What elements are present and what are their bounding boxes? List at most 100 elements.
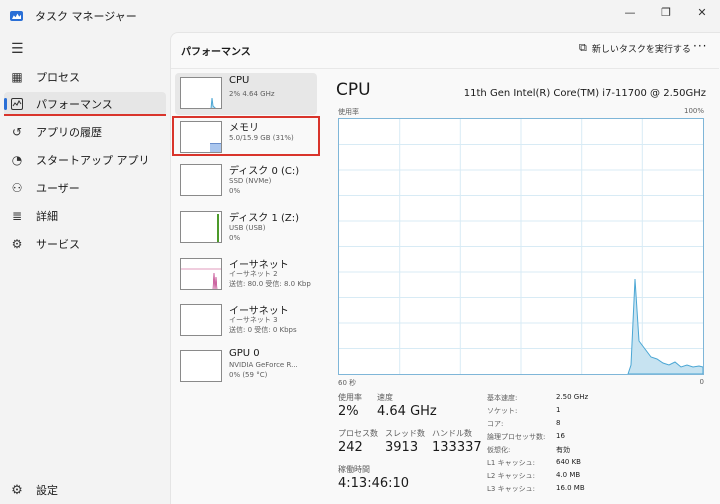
- sidebar-item-performance[interactable]: パフォーマンス: [4, 92, 166, 116]
- sidebar-item-label: プロセス: [36, 71, 80, 84]
- tile-name: CPU: [229, 75, 250, 86]
- uptime-value: 4:13:46:10: [338, 476, 410, 491]
- processes-label: プロセス数: [338, 429, 378, 438]
- window-controls: — ❐ ✕: [612, 0, 720, 24]
- page-title: パフォーマンス: [181, 47, 251, 58]
- performance-icon: [10, 97, 24, 111]
- tile-detail: イーサネット 3: [229, 316, 278, 324]
- ethernet-2-thumbnail: [180, 258, 222, 290]
- sidebar-item-details[interactable]: ≣ 詳細: [4, 204, 166, 228]
- hamburger-menu-icon[interactable]: ☰: [11, 41, 24, 57]
- threads-label: スレッド数: [385, 429, 425, 438]
- tile-detail: 送信: 80.0 受信: 8.0 Kbp: [229, 280, 311, 288]
- threads-value: 3913: [385, 440, 419, 455]
- tile-ethernet-3[interactable]: イーサネット イーサネット 3 送信: 0 受信: 0 Kbps: [175, 300, 317, 342]
- tile-detail: 0%: [229, 187, 241, 195]
- spec-value: 640 KB: [556, 458, 581, 466]
- startup-icon: ◔: [11, 153, 23, 167]
- tile-gpu-0[interactable]: GPU 0 NVIDIA GeForce R... 0% (59 °C): [175, 346, 317, 388]
- tile-cpu[interactable]: CPU 2% 4.64 GHz: [175, 73, 317, 115]
- maximize-button[interactable]: ❐: [648, 0, 684, 24]
- run-task-label: 新しいタスクを実行する: [591, 44, 691, 55]
- spec-key: 仮想化:: [487, 446, 511, 454]
- cpu-model: 11th Gen Intel(R) Core(TM) i7-11700 @ 2.…: [463, 88, 706, 99]
- spec-value: 8: [556, 419, 561, 427]
- tile-ethernet-2[interactable]: イーサネット イーサネット 2 送信: 80.0 受信: 8.0 Kbp: [175, 254, 317, 296]
- sidebar-item-label: パフォーマンス: [36, 98, 113, 111]
- tile-disk-0[interactable]: ディスク 0 (C:) SSD (NVMe) 0%: [175, 160, 317, 202]
- tile-detail: NVIDIA GeForce R...: [229, 361, 298, 369]
- tile-detail: 0% (59 °C): [229, 371, 268, 379]
- performance-panel: パフォーマンス ⧉ 新しいタスクを実行する ··· CPU 2% 4.64 GH…: [170, 32, 720, 504]
- sidebar-item-startup[interactable]: ◔ スタートアップ アプリ: [4, 148, 166, 172]
- sidebar-item-label: スタートアップ アプリ: [36, 154, 150, 167]
- tile-detail: イーサネット 2: [229, 270, 278, 278]
- spec-value: 16.0 MB: [556, 484, 585, 492]
- tile-name: ディスク 0 (C:): [229, 166, 300, 177]
- spec-key: L2 キャッシュ:: [487, 472, 535, 480]
- sidebar: ☰ ▦ プロセス パフォーマンス ↺ アプリの履歴 ◔ スタートアップ アプリ …: [0, 32, 170, 504]
- spec-value: 16: [556, 432, 565, 440]
- graph-min-label: 0: [699, 378, 704, 386]
- details-icon: ≣: [11, 209, 23, 223]
- task-manager-icon: [10, 11, 23, 21]
- run-task-icon: ⧉: [579, 41, 587, 54]
- sidebar-item-app-history[interactable]: ↺ アプリの履歴: [4, 120, 166, 144]
- users-icon: ⚇: [11, 181, 23, 195]
- cpu-graph-svg: [339, 119, 704, 375]
- processes-value: 242: [338, 440, 363, 455]
- sidebar-item-processes[interactable]: ▦ プロセス: [4, 65, 166, 89]
- tile-detail: USB (USB): [229, 224, 266, 232]
- tile-detail: 送信: 0 受信: 0 Kbps: [229, 326, 297, 334]
- sidebar-item-users[interactable]: ⚇ ユーザー: [4, 176, 166, 200]
- settings-button[interactable]: ⚙ 設定: [4, 478, 166, 502]
- processes-icon: ▦: [11, 70, 23, 84]
- run-new-task-button[interactable]: ⧉ 新しいタスクを実行する: [579, 41, 691, 55]
- tile-detail: SSD (NVMe): [229, 177, 272, 185]
- handles-label: ハンドル数: [432, 429, 472, 438]
- header-divider: [171, 68, 719, 69]
- close-button[interactable]: ✕: [684, 0, 720, 24]
- spec-key: L1 キャッシュ:: [487, 459, 535, 467]
- sidebar-item-label: アプリの履歴: [36, 126, 102, 139]
- graph-usage-label: 使用率: [338, 108, 359, 116]
- ethernet-3-thumbnail: [180, 304, 222, 336]
- tile-name: ディスク 1 (Z:): [229, 213, 300, 224]
- speed-value: 4.64 GHz: [377, 404, 437, 419]
- cpu-thumbnail: [180, 77, 222, 109]
- tile-detail: 2% 4.64 GHz: [229, 90, 275, 98]
- title-bar: タスク マネージャー — ❐ ✕: [0, 0, 720, 32]
- gpu-0-thumbnail: [180, 350, 222, 382]
- uptime-label: 稼働時間: [338, 465, 370, 474]
- spec-key: L3 キャッシュ:: [487, 485, 535, 493]
- highlight-underline: [4, 114, 166, 116]
- gear-icon: ⚙: [11, 482, 23, 498]
- spec-value: 2.50 GHz: [556, 393, 589, 401]
- sidebar-item-label: 詳細: [36, 210, 58, 223]
- speed-label: 速度: [377, 393, 393, 402]
- tile-detail: 0%: [229, 234, 241, 242]
- tile-name: GPU 0: [229, 348, 260, 359]
- tile-disk-1[interactable]: ディスク 1 (Z:) USB (USB) 0%: [175, 207, 317, 249]
- detail-title: CPU: [336, 80, 371, 100]
- sidebar-item-services[interactable]: ⚙ サービス: [4, 232, 166, 256]
- spec-key: ソケット:: [487, 407, 518, 415]
- services-icon: ⚙: [11, 237, 23, 251]
- graph-time-label: 60 秒: [338, 379, 357, 387]
- cpu-usage-graph: [338, 118, 704, 375]
- disk-1-thumbnail: [180, 211, 222, 243]
- spec-value: 1: [556, 406, 561, 414]
- spec-key: コア:: [487, 420, 504, 428]
- spec-key: 論理プロセッサ数:: [487, 433, 546, 441]
- spec-key: 基本速度:: [487, 394, 518, 402]
- usage-label: 使用率: [338, 393, 362, 402]
- handles-value: 133337: [432, 440, 482, 455]
- minimize-button[interactable]: —: [612, 0, 648, 24]
- settings-label: 設定: [36, 484, 58, 497]
- spec-value: 4.0 MB: [556, 471, 581, 479]
- spec-value: 有効: [556, 446, 570, 454]
- more-options-button[interactable]: ···: [693, 39, 707, 53]
- sidebar-item-label: ユーザー: [36, 182, 80, 195]
- history-icon: ↺: [11, 125, 23, 139]
- graph-max-label: 100%: [683, 107, 704, 115]
